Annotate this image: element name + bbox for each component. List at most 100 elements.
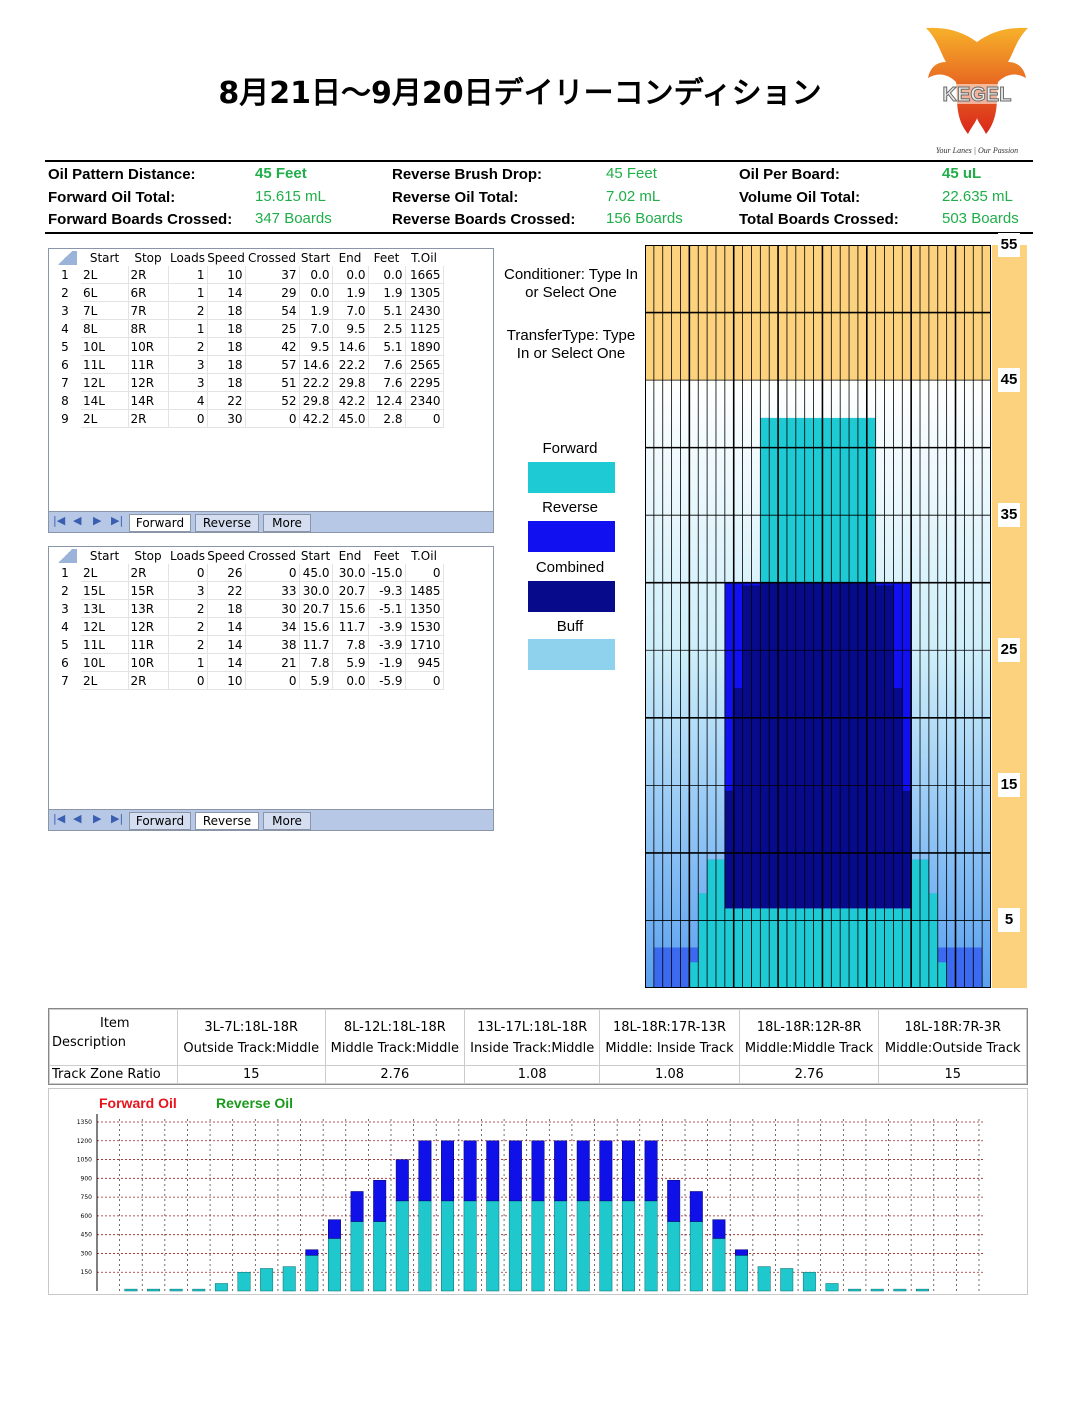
- column-header[interactable]: Loads: [168, 547, 207, 564]
- table-cell[interactable]: 10: [207, 266, 246, 284]
- table-cell[interactable]: -5.9: [368, 671, 406, 690]
- table-cell[interactable]: 0.0: [332, 671, 369, 690]
- table-cell[interactable]: 34: [245, 617, 300, 636]
- table-cell[interactable]: 22: [207, 391, 246, 410]
- table-cell[interactable]: 3: [168, 373, 208, 392]
- table-cell[interactable]: 20.7: [299, 599, 333, 618]
- column-header[interactable]: End: [332, 547, 368, 564]
- table-cell[interactable]: 42.2: [299, 409, 333, 428]
- column-header[interactable]: Start: [299, 547, 332, 564]
- table-cell[interactable]: 0: [245, 409, 300, 428]
- column-header[interactable]: Feet: [368, 249, 405, 266]
- tab-more[interactable]: More: [263, 514, 311, 532]
- table-cell[interactable]: 6L: [81, 283, 129, 302]
- table-cell[interactable]: 3: [168, 355, 208, 374]
- table-cell[interactable]: 15L: [81, 581, 129, 600]
- tab-forward[interactable]: Forward: [129, 514, 191, 532]
- table-cell[interactable]: 14.6: [332, 337, 369, 356]
- table-cell[interactable]: 2.5: [368, 319, 406, 338]
- table-cell[interactable]: 51: [245, 373, 300, 392]
- column-header[interactable]: Start: [299, 249, 332, 266]
- prev-sheet-icon[interactable]: ◀: [73, 514, 81, 527]
- table-cell[interactable]: 21: [245, 653, 300, 672]
- table-cell[interactable]: 30.0: [299, 581, 333, 600]
- table-cell[interactable]: 2: [168, 635, 208, 654]
- table-cell[interactable]: 22.2: [332, 355, 369, 374]
- table-cell[interactable]: 10L: [81, 337, 129, 356]
- table-cell[interactable]: 4: [168, 391, 208, 410]
- table-cell[interactable]: 18: [207, 337, 246, 356]
- table-cell[interactable]: 2.8: [368, 409, 406, 428]
- table-cell[interactable]: 0.0: [368, 266, 406, 284]
- column-header[interactable]: Stop: [128, 547, 168, 564]
- table-cell[interactable]: 2: [168, 599, 208, 618]
- table-cell[interactable]: 1710: [405, 635, 444, 654]
- table-cell[interactable]: 2R: [128, 564, 169, 582]
- column-header[interactable]: Speed: [207, 547, 245, 564]
- table-cell[interactable]: 18: [207, 301, 246, 320]
- table-cell[interactable]: 10L: [81, 653, 129, 672]
- table-cell[interactable]: 8R: [128, 319, 169, 338]
- table-cell[interactable]: 25: [245, 319, 300, 338]
- table-cell[interactable]: 26: [207, 564, 246, 582]
- table-cell[interactable]: 42: [245, 337, 300, 356]
- table-cell[interactable]: 0: [168, 564, 208, 582]
- table-cell[interactable]: 7.0: [332, 301, 369, 320]
- table-cell[interactable]: 20.7: [332, 581, 369, 600]
- table-cell[interactable]: 10R: [128, 337, 169, 356]
- table-cell[interactable]: 2: [168, 301, 208, 320]
- table-cell[interactable]: 2: [168, 337, 208, 356]
- table-cell[interactable]: 0.0: [299, 283, 333, 302]
- table-cell[interactable]: 11L: [81, 355, 129, 374]
- table-cell[interactable]: 18: [207, 373, 246, 392]
- table-cell[interactable]: 7L: [81, 301, 129, 320]
- table-cell[interactable]: 5.1: [368, 301, 406, 320]
- table-cell[interactable]: 1.9: [368, 283, 406, 302]
- column-header[interactable]: End: [332, 249, 368, 266]
- table-cell[interactable]: 22: [207, 581, 246, 600]
- table-cell[interactable]: 9.5: [299, 337, 333, 356]
- table-cell[interactable]: 7.6: [368, 355, 406, 374]
- table-cell[interactable]: 11L: [81, 635, 129, 654]
- table-cell[interactable]: 2R: [128, 266, 169, 284]
- table-cell[interactable]: 1665: [405, 266, 444, 284]
- table-cell[interactable]: 13L: [81, 599, 129, 618]
- table-cell[interactable]: 7R: [128, 301, 169, 320]
- table-cell[interactable]: 29.8: [299, 391, 333, 410]
- table-cell[interactable]: 22.2: [299, 373, 333, 392]
- table-cell[interactable]: 14.6: [299, 355, 333, 374]
- table-cell[interactable]: 57: [245, 355, 300, 374]
- table-cell[interactable]: 18: [207, 599, 246, 618]
- table-cell[interactable]: 45.0: [332, 409, 369, 428]
- table-cell[interactable]: 0.0: [299, 266, 333, 284]
- tab-reverse[interactable]: Reverse: [195, 812, 259, 830]
- table-cell[interactable]: 2L: [81, 409, 129, 428]
- column-header[interactable]: Crossed: [245, 547, 299, 564]
- table-cell[interactable]: 3: [168, 581, 208, 600]
- table-cell[interactable]: 11R: [128, 355, 169, 374]
- table-cell[interactable]: 1: [168, 653, 208, 672]
- table-cell[interactable]: 0: [168, 671, 208, 690]
- tab-reverse[interactable]: Reverse: [195, 514, 259, 532]
- table-cell[interactable]: 13R: [128, 599, 169, 618]
- table-cell[interactable]: 1485: [405, 581, 444, 600]
- table-cell[interactable]: 45.0: [299, 564, 333, 582]
- table-cell[interactable]: 5.9: [332, 653, 369, 672]
- table-cell[interactable]: 2L: [81, 266, 129, 284]
- table-cell[interactable]: 9.5: [332, 319, 369, 338]
- reverse-grid[interactable]: Start Stop Loads Speed Crossed Start End Feet T.…: [48, 546, 494, 831]
- table-cell[interactable]: 0: [405, 409, 444, 428]
- table-cell[interactable]: 7.8: [332, 635, 369, 654]
- table-cell[interactable]: 2295: [405, 373, 444, 392]
- table-cell[interactable]: 12R: [128, 373, 169, 392]
- table-cell[interactable]: 1125: [405, 319, 444, 338]
- table-cell[interactable]: 0: [245, 671, 300, 690]
- column-header[interactable]: T.Oil: [405, 547, 443, 564]
- table-cell[interactable]: -15.0: [368, 564, 406, 582]
- table-cell[interactable]: 1: [168, 283, 208, 302]
- table-cell[interactable]: 1305: [405, 283, 444, 302]
- column-header[interactable]: Stop: [128, 249, 168, 266]
- tab-more[interactable]: More: [263, 812, 311, 830]
- next-sheet-icon[interactable]: ▶: [93, 812, 101, 825]
- table-cell[interactable]: 2L: [81, 564, 129, 582]
